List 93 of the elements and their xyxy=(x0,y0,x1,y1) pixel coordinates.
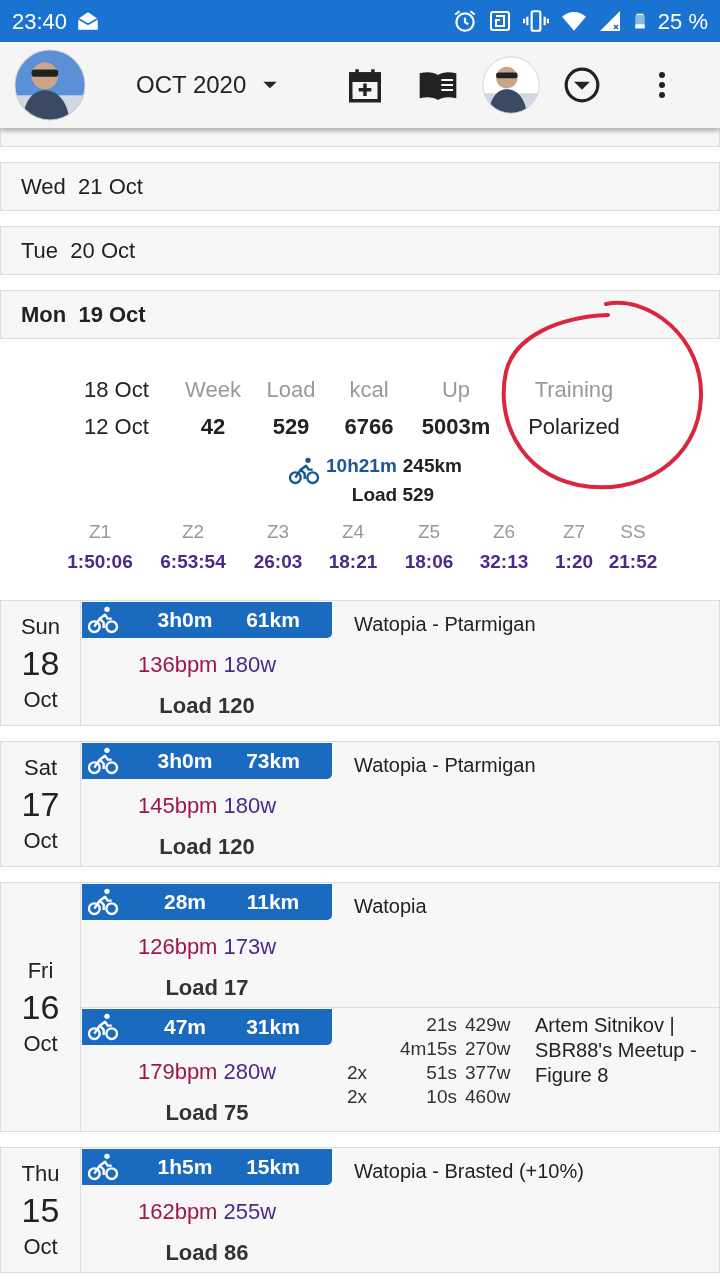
month-name: Oct xyxy=(23,1030,58,1058)
interval-power: 377w xyxy=(465,1061,511,1085)
interval-power: 429w xyxy=(465,1013,511,1037)
range-end-date: 18 Oct xyxy=(84,376,150,404)
bicycle-icon xyxy=(87,886,119,918)
month-name: Oct xyxy=(23,686,58,714)
day-number: 17 xyxy=(21,784,60,824)
heart-rate: 145bpm xyxy=(137,792,218,820)
stat-value: 6766 xyxy=(344,413,394,441)
day-number: 16 xyxy=(21,987,60,1027)
stat-label: Up xyxy=(441,376,471,404)
workout-bar[interactable]: 1h5m 15km xyxy=(82,1149,332,1185)
workout-bar[interactable]: 47m 31km xyxy=(82,1009,332,1045)
workout-name[interactable]: Watopia - Ptarmigan xyxy=(354,601,536,725)
power: 280w xyxy=(223,1058,277,1086)
interval-duration: 4m15s xyxy=(398,1037,457,1061)
zone-label: Z1 xyxy=(88,519,112,544)
zone-label: Z3 xyxy=(266,519,290,544)
day-number: 15 xyxy=(21,1190,60,1230)
zone-time: 1:20 xyxy=(555,550,593,574)
day-number: 18 xyxy=(21,643,60,683)
bicycle-icon xyxy=(87,1011,119,1043)
day-row[interactable]: Mon 19 Oct xyxy=(0,290,720,339)
heart-rate: 162bpm xyxy=(137,1198,218,1226)
stat-value: 529 xyxy=(272,413,310,441)
nfc-icon xyxy=(487,9,512,33)
day-row[interactable]: Wed 21 Oct xyxy=(0,162,720,211)
power: 255w xyxy=(223,1198,277,1226)
zone-time: 18:21 xyxy=(328,550,378,574)
battery-percent: 25 % xyxy=(657,7,708,36)
clock-time: 23:40 xyxy=(12,7,68,36)
stat-value: 42 xyxy=(200,413,226,441)
month-selector[interactable]: OCT 2020 xyxy=(136,67,281,103)
workout-load: Load 120 xyxy=(159,692,255,720)
zone-time: 1:50:06 xyxy=(67,550,133,574)
zone-time: 6:53:54 xyxy=(160,550,226,574)
day-name: Thu xyxy=(21,1160,60,1188)
bicycle-icon xyxy=(87,745,119,777)
workout-bar[interactable]: 3h0m 73km xyxy=(82,743,332,779)
total-distance: 245km xyxy=(402,453,462,478)
dropdown-icon[interactable] xyxy=(563,66,602,104)
workout-name[interactable]: Artem Sitnikov | SBR88's Meetup - Figure 8 xyxy=(535,1008,715,1131)
heart-rate: 126bpm xyxy=(137,933,218,961)
workout-name[interactable]: Watopia - Ptarmigan xyxy=(354,742,536,866)
workout-load: Load 120 xyxy=(159,833,255,861)
interval-reps: 2x xyxy=(347,1085,369,1109)
zone-label: Z2 xyxy=(181,519,205,544)
interval-duration: 10s xyxy=(425,1085,457,1109)
stat-label: kcal xyxy=(349,376,389,404)
interval-duration: 51s xyxy=(425,1061,457,1085)
power: 180w xyxy=(223,651,277,679)
interval-reps: 2x xyxy=(347,1061,369,1085)
day-name: Sun xyxy=(20,613,61,641)
workout-bar[interactable]: 3h0m 61km xyxy=(82,602,332,638)
zone-time: 26:03 xyxy=(253,550,303,574)
range-start-date: 12 Oct xyxy=(84,413,150,441)
power: 173w xyxy=(223,933,277,961)
day-name: Sat xyxy=(24,754,57,782)
month-name: Oct xyxy=(23,827,58,855)
zone-time: 18:06 xyxy=(404,550,454,574)
zone-label: SS xyxy=(620,519,646,544)
day-row[interactable]: Tue 20 Oct xyxy=(0,226,720,275)
workout-bar[interactable]: 28m 11km xyxy=(82,884,332,920)
bicycle-icon xyxy=(87,604,119,636)
zone-label: Z6 xyxy=(492,519,516,544)
day-name: Fri xyxy=(27,957,54,985)
total-load: Load 529 xyxy=(351,483,435,507)
interval-duration: 21s xyxy=(425,1013,457,1037)
interval-power: 270w xyxy=(465,1037,511,1061)
stat-label: Load xyxy=(266,376,316,404)
zone-label: Z7 xyxy=(562,519,586,544)
vibrate-icon xyxy=(521,8,550,34)
stat-label: Week xyxy=(185,376,241,404)
zone-time: 32:13 xyxy=(479,550,529,574)
power: 180w xyxy=(223,792,277,820)
heart-rate: 179bpm xyxy=(137,1058,218,1086)
bicycle-icon xyxy=(87,1151,119,1183)
workout-load: Load 17 xyxy=(165,974,249,1002)
bicycle-icon xyxy=(288,455,320,487)
workout-name[interactable]: Watopia - Brasted (+10%) xyxy=(354,1148,584,1272)
total-duration: 10h21m xyxy=(326,453,397,478)
stat-label: Training xyxy=(534,376,614,404)
zone-label: Z4 xyxy=(341,519,365,544)
month-name: Oct xyxy=(23,1233,58,1261)
workout-name[interactable]: Watopia xyxy=(354,883,427,1007)
workout-load: Load 86 xyxy=(165,1239,249,1267)
stat-value: Polarized xyxy=(528,413,620,441)
workout-load: Load 75 xyxy=(165,1099,249,1127)
heart-rate: 136bpm xyxy=(137,651,218,679)
interval-power: 460w xyxy=(465,1085,511,1109)
zone-time: 21:52 xyxy=(608,550,658,574)
zone-label: Z5 xyxy=(417,519,441,544)
stat-value: 5003m xyxy=(421,413,491,441)
